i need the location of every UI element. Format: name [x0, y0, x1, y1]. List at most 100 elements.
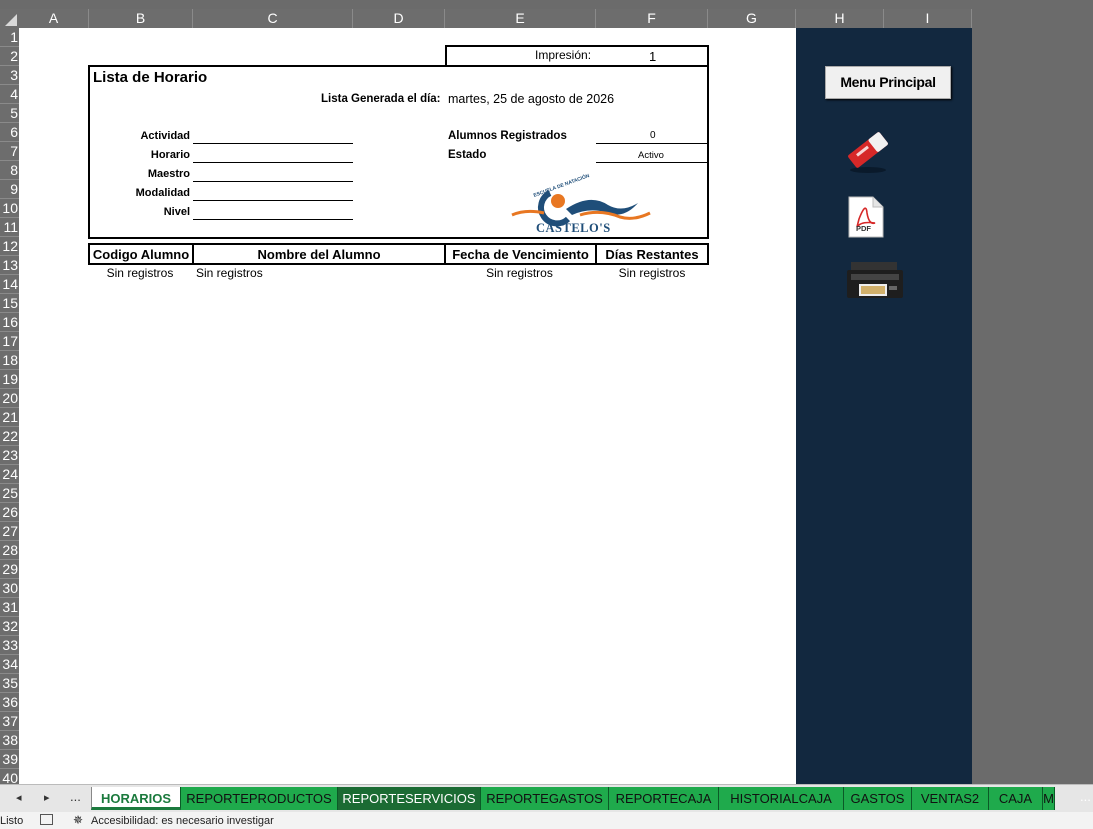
tab-scroll-left-icon[interactable]: ◂: [16, 791, 22, 804]
row-header[interactable]: 4: [0, 85, 19, 104]
column-header-b[interactable]: B: [89, 9, 193, 28]
row-header[interactable]: 18: [0, 351, 19, 370]
impresion-box: Impresión: 1: [445, 45, 709, 65]
tab-scroll-right-icon[interactable]: ▸: [44, 791, 50, 804]
row-header[interactable]: 23: [0, 446, 19, 465]
eraser-button[interactable]: [844, 124, 892, 174]
logo-text: CASTELO'S: [536, 221, 611, 235]
alumnos-label: Alumnos Registrados: [448, 130, 567, 142]
row-header[interactable]: 12: [0, 237, 19, 256]
tab-more-left[interactable]: ...: [70, 789, 81, 804]
column-header-e[interactable]: E: [445, 9, 596, 28]
column-header-f[interactable]: F: [596, 9, 708, 28]
row-header[interactable]: 34: [0, 655, 19, 674]
row-header[interactable]: 2: [0, 47, 19, 66]
estado-label: Estado: [448, 149, 487, 161]
worksheet[interactable]: Impresión: 1 Lista de Horario Lista Gene…: [19, 28, 796, 784]
sheet-tab-bar: ◂ ▸ ... HORARIOS REPORTEPRODUCTOS REPORTES…: [0, 784, 1093, 812]
generated-label: Lista Generada el día:: [321, 93, 441, 105]
column-header-g[interactable]: G: [708, 9, 796, 28]
pdf-label: PDF: [856, 224, 871, 233]
row-header[interactable]: 40: [0, 769, 19, 784]
tab-reportecaja[interactable]: REPORTECAJA: [609, 787, 719, 810]
row-header[interactable]: 26: [0, 503, 19, 522]
row-header[interactable]: 32: [0, 617, 19, 636]
maestro-label: Maestro: [147, 168, 190, 180]
row-header[interactable]: 6: [0, 123, 19, 142]
row-header[interactable]: 38: [0, 731, 19, 750]
row-header[interactable]: 27: [0, 522, 19, 541]
column-header-d[interactable]: D: [353, 9, 445, 28]
tab-reportegastos[interactable]: REPORTEGASTOS: [481, 787, 609, 810]
row-header[interactable]: 13: [0, 256, 19, 275]
nivel-field[interactable]: [193, 219, 353, 220]
tab-horarios[interactable]: HORARIOS: [91, 787, 181, 810]
nivel-label: Nivel: [163, 206, 190, 218]
row-header[interactable]: 36: [0, 693, 19, 712]
alumnos-underline: [596, 143, 708, 144]
tab-reporteproductos[interactable]: REPORTEPRODUCTOS: [181, 787, 338, 810]
modalidad-field[interactable]: [193, 200, 353, 201]
tab-more-right[interactable]: ...: [1080, 789, 1091, 804]
accessibility-status[interactable]: Accesibilidad: es necesario investigar: [91, 815, 274, 827]
row-header[interactable]: 5: [0, 104, 19, 123]
row-header[interactable]: 21: [0, 408, 19, 427]
th-nombre: Nombre del Alumno: [194, 245, 446, 263]
menu-principal-button[interactable]: Menu Principal: [825, 66, 951, 99]
row-header[interactable]: 17: [0, 332, 19, 351]
row-header[interactable]: 11: [0, 218, 19, 237]
row-header[interactable]: 37: [0, 712, 19, 731]
row-header[interactable]: 30: [0, 579, 19, 598]
tab-ventas2[interactable]: VENTAS2: [912, 787, 989, 810]
row-header[interactable]: 20: [0, 389, 19, 408]
row-header[interactable]: 10: [0, 199, 19, 218]
row-header[interactable]: 7: [0, 142, 19, 161]
column-header-h[interactable]: H: [796, 9, 884, 28]
row-header[interactable]: 15: [0, 294, 19, 313]
row-header[interactable]: 31: [0, 598, 19, 617]
column-header-i[interactable]: I: [884, 9, 972, 28]
select-all-triangle-icon: [5, 14, 17, 26]
excel-window: A B C D E F G H I 1 2 3 4 5 6 7 8 9 10 11 12 13 14 15 1…: [0, 0, 1093, 829]
printer-icon: [847, 262, 903, 298]
cell-dias[interactable]: Sin registros: [595, 266, 709, 280]
column-header-c[interactable]: C: [193, 9, 353, 28]
row-header[interactable]: 22: [0, 427, 19, 446]
status-ready: Listo: [0, 815, 24, 827]
row-header[interactable]: 19: [0, 370, 19, 389]
row-header[interactable]: 33: [0, 636, 19, 655]
row-header[interactable]: 9: [0, 180, 19, 199]
row-header[interactable]: 14: [0, 275, 19, 294]
pdf-button[interactable]: PDF: [847, 195, 885, 239]
tab-reporteservicios[interactable]: REPORTESERVICIOS: [338, 787, 481, 810]
tab-historialcaja[interactable]: HISTORIALCAJA: [719, 787, 844, 810]
column-header-a[interactable]: A: [19, 9, 89, 28]
report-title: Lista de Horario: [93, 69, 208, 86]
actividad-field[interactable]: [193, 143, 353, 144]
horario-field[interactable]: [193, 162, 353, 163]
row-header[interactable]: 28: [0, 541, 19, 560]
row-header[interactable]: 39: [0, 750, 19, 769]
row-header[interactable]: 24: [0, 465, 19, 484]
row-header[interactable]: 3: [0, 66, 19, 85]
modalidad-label: Modalidad: [135, 187, 190, 199]
row-header[interactable]: 29: [0, 560, 19, 579]
cell-codigo[interactable]: Sin registros: [88, 266, 192, 280]
estado-underline: [596, 162, 708, 163]
cell-nombre[interactable]: Sin registros: [196, 266, 263, 280]
tab-gastos[interactable]: GASTOS: [844, 787, 912, 810]
row-header[interactable]: 35: [0, 674, 19, 693]
row-header[interactable]: 25: [0, 484, 19, 503]
tab-m[interactable]: M: [1043, 787, 1055, 810]
impresion-value: 1: [649, 49, 657, 64]
macro-record-icon[interactable]: [40, 814, 53, 825]
row-header[interactable]: 1: [0, 28, 19, 47]
print-button[interactable]: [845, 258, 905, 304]
select-all-corner[interactable]: [0, 9, 19, 28]
cell-fecha[interactable]: Sin registros: [444, 266, 595, 280]
row-header[interactable]: 8: [0, 161, 19, 180]
maestro-field[interactable]: [193, 181, 353, 182]
tab-caja[interactable]: CAJA: [989, 787, 1043, 810]
row-header[interactable]: 16: [0, 313, 19, 332]
accessibility-icon[interactable]: ✵: [73, 813, 83, 827]
